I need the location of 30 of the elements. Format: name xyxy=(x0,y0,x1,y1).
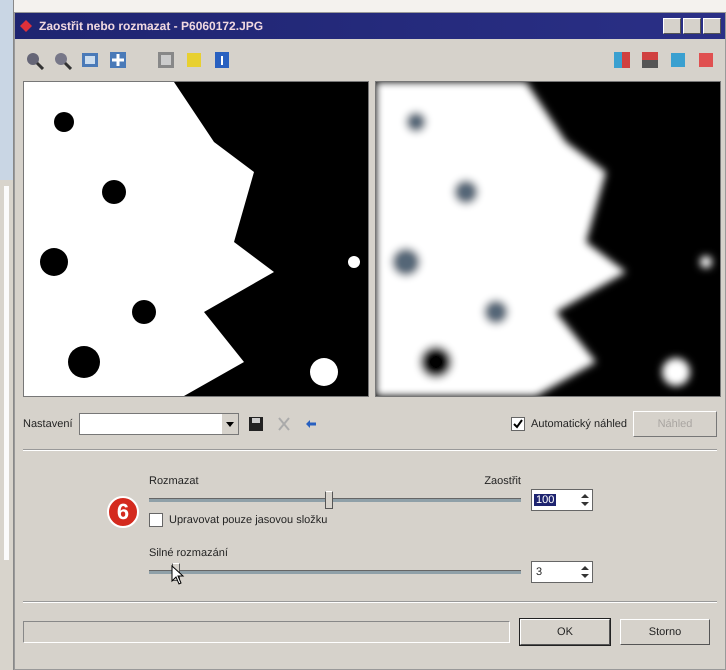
checkbox[interactable] xyxy=(511,417,525,431)
field-value: 100 xyxy=(534,494,556,506)
mouse-pointer-icon xyxy=(171,565,186,585)
dropdown-arrow-icon xyxy=(226,422,234,426)
maximize-button[interactable] xyxy=(683,18,701,34)
cross-icon xyxy=(278,417,290,431)
checkbox-label: Automatický náhled xyxy=(531,418,627,430)
callout-number: 6 xyxy=(107,496,139,528)
cancel-button[interactable]: Storno xyxy=(620,619,710,645)
spin-field[interactable]: 100 xyxy=(531,489,593,511)
preset-dropdown[interactable] xyxy=(78,413,239,435)
slider-label: Rozmazat xyxy=(149,475,199,487)
arrow-icon xyxy=(306,420,316,428)
checkbox-label: Upravovat pouze jasovou složku xyxy=(169,514,328,526)
minimize-button[interactable] xyxy=(663,18,681,34)
spin-field[interactable]: 3 xyxy=(531,561,593,583)
slider-thumb[interactable] xyxy=(324,491,333,509)
close-button[interactable] xyxy=(703,18,721,34)
checkbox[interactable] xyxy=(149,513,163,527)
app-icon xyxy=(19,19,33,33)
slider[interactable] xyxy=(149,491,521,509)
split-vertical-button[interactable] xyxy=(611,49,633,71)
split-horizontal-button[interactable] xyxy=(639,49,661,71)
field-value: 3 xyxy=(535,566,544,578)
move-button[interactable] xyxy=(107,49,129,71)
field-label: Nastavení xyxy=(23,418,73,430)
slider-label: Silné rozmazání xyxy=(149,547,228,559)
ok-button[interactable]: OK xyxy=(520,619,610,645)
window-title: Zaostřit nebo rozmazat - P6060172.JPG xyxy=(39,19,264,33)
slider-label: Zaostřit xyxy=(484,475,521,487)
